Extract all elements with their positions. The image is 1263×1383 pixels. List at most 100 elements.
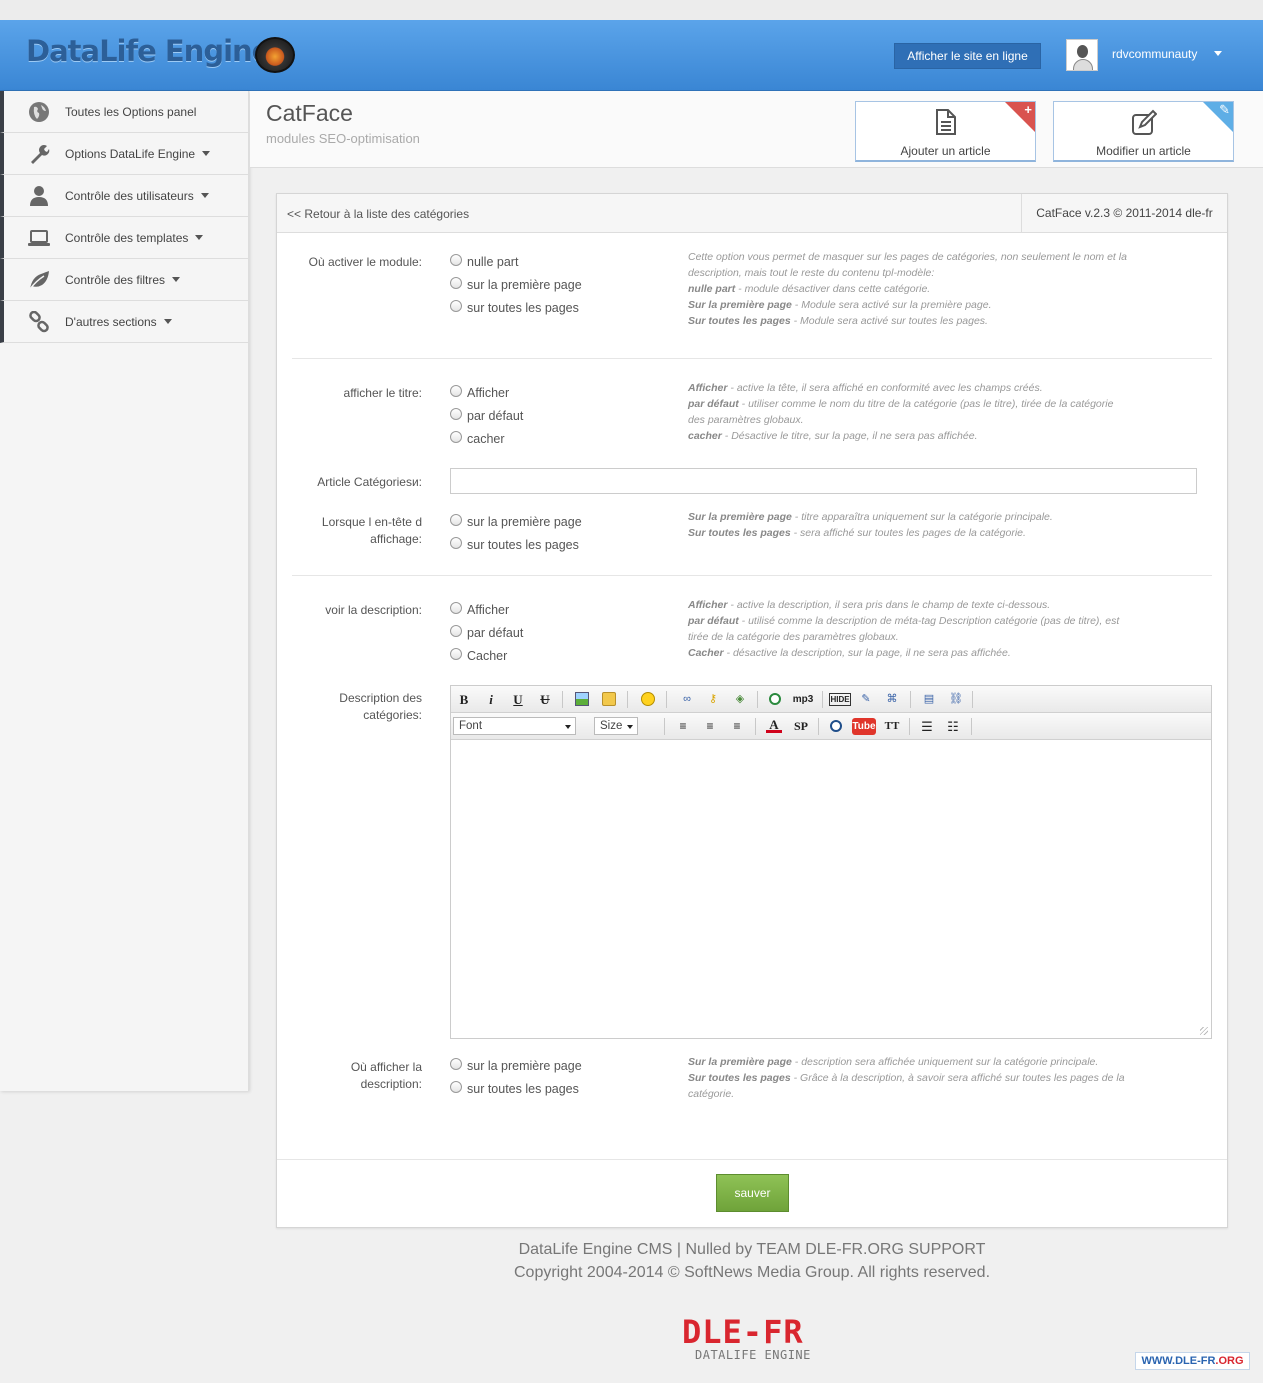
radio-button[interactable] (450, 408, 462, 420)
youtube-button[interactable]: Tube (852, 718, 876, 735)
spoiler-button[interactable]: SP (791, 718, 811, 735)
edit-document-icon (1132, 109, 1157, 135)
page-link-icon[interactable]: ⛓ (948, 691, 964, 708)
sidebar-item-filters[interactable]: Contrôle des filtres (0, 259, 248, 301)
radio-header-all-pages[interactable]: sur toutes les pages (450, 533, 582, 556)
add-article-button[interactable]: + Ajouter un article (855, 101, 1036, 162)
article-categories-label: Article Catégoriesи: (317, 475, 422, 489)
radio-button[interactable] (450, 1081, 462, 1093)
description-where-help: Sur la première page - description sera … (688, 1056, 1125, 1100)
article-categories-input[interactable] (450, 468, 1197, 494)
back-to-categories-link[interactable]: << Retour à la liste des catégories (287, 207, 469, 221)
code-icon[interactable]: ⌘ (884, 691, 900, 708)
text-color-icon[interactable]: A (766, 718, 782, 733)
radio-desc-first-page[interactable]: sur la première page (450, 1054, 582, 1077)
caret-down-icon (202, 151, 211, 156)
media-play-icon[interactable] (769, 693, 781, 705)
image-icon[interactable] (575, 692, 589, 706)
underline-icon[interactable]: U (509, 691, 527, 708)
radio-desc-all-pages[interactable]: sur toutes les pages (450, 1077, 582, 1100)
quote-edit-icon[interactable]: ✎ (858, 691, 874, 708)
page-subtitle: modules SEO-optimisation (266, 131, 420, 146)
link-remove-icon[interactable]: ◈ (732, 691, 748, 708)
sidebar-item-label: D'autres sections (65, 315, 172, 329)
radio-button[interactable] (450, 625, 462, 637)
radio-button[interactable] (450, 277, 462, 289)
user-icon (30, 186, 48, 206)
top-header: DataLife Engine Afficher le site en lign… (0, 20, 1263, 91)
align-right-icon[interactable]: ≡ (729, 718, 745, 735)
bullet-list-icon[interactable]: ☰ (919, 718, 935, 735)
dropdown-arrow-icon (627, 725, 633, 729)
radio-button[interactable] (450, 385, 462, 397)
mp3-button[interactable]: mp3 (790, 691, 816, 708)
caret-down-icon (172, 277, 181, 282)
version-label: CatFace v.2.3 © 2011-2014 dle-fr (1021, 194, 1227, 232)
link-icon[interactable]: ∞ (679, 691, 695, 708)
resize-grip-icon[interactable] (1200, 1027, 1208, 1035)
strikethrough-icon[interactable]: U (536, 691, 554, 708)
radio-header-first-page[interactable]: sur la première page (450, 510, 582, 533)
font-select[interactable]: Font (453, 717, 576, 735)
radio-show-title[interactable]: Afficher (450, 381, 523, 404)
sidebar-item-other-sections[interactable]: D'autres sections (0, 301, 248, 343)
add-article-label: Ajouter un article (900, 144, 991, 158)
smiley-icon[interactable] (641, 692, 655, 706)
sidebar-item-label: Contrôle des templates (65, 231, 204, 245)
avatar[interactable] (1066, 39, 1098, 71)
description-editor-label: Description des catégories: (339, 691, 422, 722)
description-where-options: sur la première page sur toutes les page… (450, 1054, 582, 1100)
description-display-label: voir la description: (325, 603, 422, 617)
radio-hide-description[interactable]: Cacher (450, 644, 523, 667)
toolbar-separator (822, 691, 823, 708)
radio-default-description[interactable]: par défaut (450, 621, 523, 644)
hide-button[interactable]: HIDE (829, 693, 851, 706)
radio-button[interactable] (450, 1058, 462, 1070)
toolbar-separator (971, 718, 972, 735)
radio-button[interactable] (450, 648, 462, 660)
toolbar-separator (909, 718, 910, 735)
flash-icon[interactable] (830, 720, 842, 732)
align-left-icon[interactable]: ≡ (675, 718, 691, 735)
logo[interactable]: DataLife Engine (26, 34, 271, 68)
radio-button[interactable] (450, 431, 462, 443)
align-center-icon[interactable]: ≡ (702, 718, 718, 735)
caret-down-icon (200, 193, 209, 198)
caret-down-icon (195, 235, 204, 240)
radio-default-title[interactable]: par défaut (450, 404, 523, 427)
dle-fr-logo: DLE-FR (682, 1313, 804, 1351)
view-site-button[interactable]: Afficher le site en ligne (894, 43, 1041, 69)
size-select[interactable]: Size (594, 717, 638, 735)
radio-hide-title[interactable]: cacher (450, 427, 523, 450)
radio-button[interactable] (450, 254, 462, 266)
sidebar: Toutes les Options panel Options DataLif… (0, 91, 249, 1091)
radio-show-description[interactable]: Afficher (450, 598, 523, 621)
folder-icon[interactable] (602, 692, 616, 706)
sidebar-item-users[interactable]: Contrôle des utilisateurs (0, 175, 248, 217)
sidebar-item-templates[interactable]: Contrôle des templates (0, 217, 248, 259)
sidebar-item-all-options[interactable]: Toutes les Options panel (0, 91, 248, 133)
save-button[interactable]: sauver (716, 1174, 789, 1212)
user-caret-icon[interactable] (1214, 51, 1222, 56)
typewriter-button[interactable]: TT (883, 718, 901, 735)
edit-article-button[interactable]: ✎ Modifier un article (1053, 101, 1234, 162)
numbered-list-icon[interactable]: ☷ (945, 718, 961, 735)
username[interactable]: rdvcommunauty (1112, 47, 1197, 61)
edit-article-label: Modifier un article (1096, 144, 1191, 158)
divider (292, 358, 1212, 359)
italic-icon[interactable]: i (482, 691, 500, 708)
bold-icon[interactable]: B (455, 691, 473, 708)
description-textarea[interactable] (451, 740, 1211, 1038)
radio-button[interactable] (450, 602, 462, 614)
page-break-icon[interactable]: ▤ (921, 691, 937, 708)
toolbar-separator (910, 691, 911, 708)
sidebar-item-dle-options[interactable]: Options DataLife Engine (0, 133, 248, 175)
pencil-icon: ✎ (1219, 102, 1230, 117)
radio-button[interactable] (450, 537, 462, 549)
radio-nowhere[interactable]: nulle part (450, 250, 582, 273)
radio-first-page[interactable]: sur la première page (450, 273, 582, 296)
radio-button[interactable] (450, 300, 462, 312)
radio-all-pages[interactable]: sur toutes les pages (450, 296, 582, 319)
key-icon[interactable]: ⚷ (705, 691, 721, 708)
radio-button[interactable] (450, 514, 462, 526)
